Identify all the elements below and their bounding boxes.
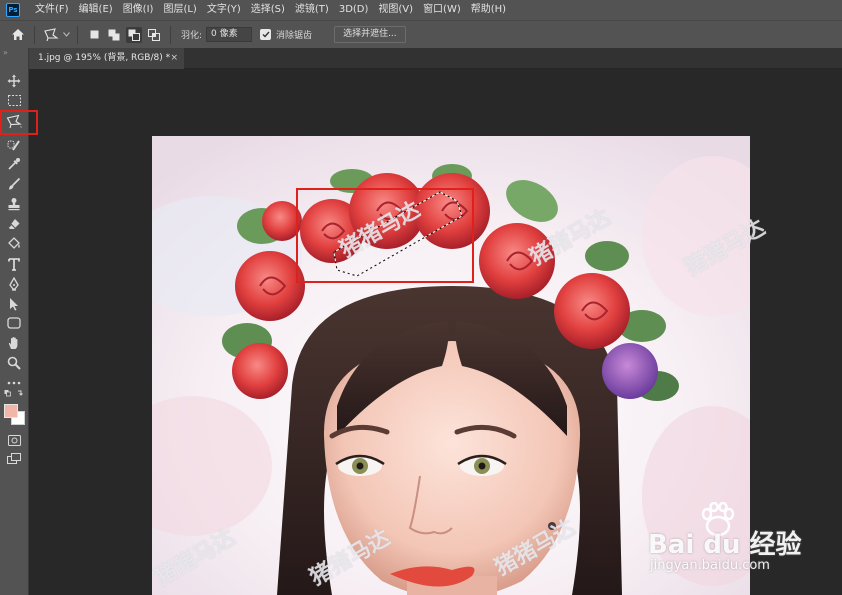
screen-mode-icon[interactable] (4, 450, 24, 468)
menu-image[interactable]: 图像(I) (118, 0, 159, 20)
separator (170, 25, 171, 44)
menu-window[interactable]: 窗口(W) (418, 0, 466, 20)
tool-preset-polygonal-lasso-icon[interactable] (41, 25, 61, 45)
menu-view[interactable]: 视图(V) (373, 0, 418, 20)
subtract-from-selection-button[interactable] (126, 26, 142, 43)
menu-file[interactable]: 文件(F) (30, 0, 74, 20)
feather-input[interactable]: 0 像素 (206, 27, 253, 42)
menu-edit[interactable]: 编辑(E) (74, 0, 118, 20)
zoom-tool-icon[interactable] (4, 354, 24, 372)
separator (77, 25, 78, 44)
menu-select[interactable]: 选择(S) (246, 0, 290, 20)
baidu-jingyan-logo: Bai du 经验 jingyan.baidu.com (648, 502, 828, 577)
new-selection-button[interactable] (86, 27, 102, 43)
foreground-color-swatch[interactable] (4, 404, 18, 418)
annotation-highlight-box (296, 188, 474, 283)
select-and-mask-button[interactable]: 选择并遮住... (334, 26, 406, 43)
marquee-tool-icon[interactable] (4, 91, 24, 109)
photoshop-logo-icon[interactable]: Ps (6, 3, 20, 17)
panel-collapse-icon[interactable]: » (0, 48, 28, 58)
baidu-url-text: jingyan.baidu.com (650, 558, 770, 573)
menu-filter[interactable]: 滤镜(T) (290, 0, 334, 20)
eraser-tool-icon[interactable] (4, 215, 24, 233)
rectangle-tool-icon[interactable] (4, 314, 24, 332)
antialias-checkbox[interactable] (260, 29, 272, 40)
chevron-down-icon[interactable] (61, 25, 71, 45)
feather-label: 羽化: (181, 31, 203, 41)
path-selection-tool-icon[interactable] (4, 295, 24, 313)
intersect-selection-button[interactable] (146, 27, 162, 43)
antialias-label: 消除锯齿 (276, 31, 313, 41)
menu-type[interactable]: 文字(Y) (202, 0, 246, 20)
separator (34, 25, 35, 44)
close-icon[interactable]: × (170, 48, 178, 69)
paint-bucket-tool-icon[interactable] (4, 235, 24, 253)
type-tool-icon[interactable] (4, 255, 24, 273)
tools-panel: » (0, 48, 38, 595)
menu-bar: Ps 文件(F) 编辑(E) 图像(I) 图层(L) 文字(Y) 选择(S) 滤… (0, 0, 842, 20)
hand-tool-icon[interactable] (4, 334, 24, 352)
document-tab-title: 1.jpg @ 195% (背景, RGB/8) * (38, 53, 171, 63)
quick-mask-icon[interactable] (4, 431, 24, 449)
quick-selection-tool-icon[interactable] (4, 136, 24, 154)
eyedropper-tool-icon[interactable] (4, 155, 24, 173)
menu-help[interactable]: 帮助(H) (466, 0, 511, 20)
menu-3d[interactable]: 3D(D) (334, 0, 374, 20)
baidu-logo-text: Bai du 经验 (648, 530, 802, 560)
options-bar: 羽化: 0 像素 消除锯齿 选择并遮住... (0, 20, 842, 48)
home-icon[interactable] (8, 25, 28, 45)
swap-colors-icon[interactable] (4, 388, 24, 400)
stamp-tool-icon[interactable] (4, 195, 24, 213)
brush-tool-icon[interactable] (4, 175, 24, 193)
document-tab-bar: 1.jpg @ 195% (背景, RGB/8) * × (29, 48, 842, 69)
active-tool-highlight (0, 110, 38, 135)
add-to-selection-button[interactable] (106, 27, 122, 43)
move-tool-icon[interactable] (4, 72, 24, 90)
menu-layer[interactable]: 图层(L) (158, 0, 201, 20)
pen-tool-icon[interactable] (4, 275, 24, 293)
document-tab[interactable]: 1.jpg @ 195% (背景, RGB/8) * × (29, 48, 184, 69)
